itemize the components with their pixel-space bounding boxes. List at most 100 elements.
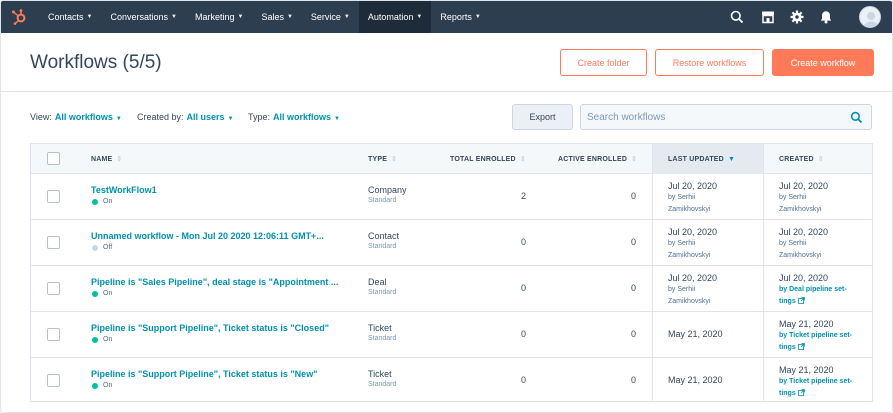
- search-icon[interactable]: [729, 9, 745, 25]
- table-row[interactable]: Pipeline is "Support Pipeline", Ticket s…: [31, 358, 872, 404]
- column-header-label: LAST UPDATED: [668, 155, 724, 163]
- create-folder-button[interactable]: Create folder: [560, 49, 647, 76]
- nav-item-automation[interactable]: Automation ▼: [358, 1, 432, 33]
- column-header-label: ACTIVE ENROLLED: [558, 155, 628, 163]
- table-row[interactable]: Pipeline is "Support Pipeline", Ticket s…: [31, 312, 872, 358]
- chevron-down-icon: ▼: [416, 14, 423, 20]
- updated-by: by Serhii: [668, 286, 696, 293]
- column-header-name[interactable]: NAME ⇕: [91, 144, 123, 174]
- settings-icon[interactable]: [789, 9, 805, 25]
- hubspot-logo-icon[interactable]: [10, 8, 28, 26]
- row-checkbox[interactable]: [47, 328, 60, 341]
- active-enrolled-value: 0: [630, 237, 636, 247]
- nav-item-label: Conversations: [110, 12, 169, 22]
- created-by-filter-value[interactable]: All users: [187, 112, 225, 122]
- created-by-link[interactable]: by Ticket pipeline set-: [779, 376, 852, 388]
- search-input[interactable]: [587, 109, 837, 125]
- column-header-created[interactable]: CREATED ⇕: [779, 144, 824, 174]
- marketplace-icon[interactable]: [760, 9, 776, 25]
- external-link-icon: [797, 389, 805, 396]
- user-avatar[interactable]: [859, 6, 881, 28]
- created-date: Jul 20, 2020: [779, 227, 829, 237]
- status-dot-icon: [92, 198, 98, 205]
- chevron-down-icon: ▼: [474, 14, 481, 20]
- created-by-link[interactable]: tings: [779, 296, 847, 308]
- total-enrolled-value: 2: [520, 191, 526, 201]
- created-by: Zamikhovskyi: [779, 252, 822, 259]
- status-dot-icon: [92, 290, 98, 297]
- view-filter-value[interactable]: All workflows: [55, 112, 113, 122]
- workflow-name-link[interactable]: Pipeline is "Support Pipeline", Ticket s…: [91, 369, 317, 379]
- updated-date: May 21, 2020: [668, 329, 723, 339]
- sort-icon: ⇕: [519, 156, 526, 163]
- updated-by: by Serhii: [668, 194, 696, 201]
- column-header-type[interactable]: TYPE ⇕: [368, 144, 397, 174]
- status-label: On: [103, 336, 113, 343]
- top-navigation: Contacts ▼ Conversations ▼ Marketing ▼ Sales ▼ S…: [1, 1, 892, 33]
- nav-item-reports[interactable]: Reports ▼: [431, 1, 489, 33]
- workflow-type: Contact: [368, 231, 400, 241]
- created-date: May 21, 2020: [779, 365, 834, 375]
- row-checkbox[interactable]: [47, 236, 60, 249]
- row-checkbox[interactable]: [47, 282, 60, 295]
- select-all-checkbox[interactable]: [47, 152, 60, 165]
- table-header: NAME ⇕ TYPE ⇕ TOTAL ENROLLED ⇕ ACTIVE ENROL…: [31, 144, 872, 174]
- app-window: Contacts ▼ Conversations ▼ Marketing ▼ Sales ▼ S…: [0, 0, 893, 413]
- table-row[interactable]: TestWorkFlow1 On Company Standard 2 0 Jul 20, …: [31, 174, 872, 220]
- search-icon[interactable]: [850, 111, 863, 124]
- avatar-placeholder-icon: [863, 12, 879, 27]
- export-button[interactable]: Export: [512, 104, 573, 130]
- created-by-link[interactable]: by Deal pipeline set-: [779, 284, 847, 296]
- sort-icon: ⇕: [631, 156, 638, 163]
- nav-item-marketing[interactable]: Marketing ▼: [186, 1, 252, 33]
- nav-item-sales[interactable]: Sales ▼: [252, 1, 301, 33]
- created-by: by Serhii: [779, 194, 807, 201]
- updated-date: Jul 20, 2020: [668, 227, 718, 237]
- workflow-name-link[interactable]: TestWorkFlow1: [91, 185, 157, 195]
- column-header-active-enrolled[interactable]: ACTIVE ENROLLED ⇕: [558, 144, 637, 174]
- external-link-icon: [797, 343, 805, 350]
- created-by-link-text: tings: [779, 344, 796, 351]
- nav-item-conversations[interactable]: Conversations ▼: [101, 1, 185, 33]
- notifications-icon[interactable]: [818, 9, 834, 25]
- type-filter[interactable]: Type: All workflows ▼: [248, 112, 340, 122]
- row-checkbox[interactable]: [47, 190, 60, 203]
- table-row[interactable]: Pipeline is "Sales Pipeline", deal stage…: [31, 266, 872, 312]
- row-checkbox[interactable]: [47, 374, 60, 387]
- chevron-down-icon: ▼: [115, 116, 122, 122]
- created-by-link-text: tings: [779, 390, 796, 397]
- column-header-last-updated[interactable]: LAST UPDATED ▼: [652, 144, 763, 174]
- status-label: Off: [103, 244, 113, 251]
- created-by-link[interactable]: by Ticket pipeline set-: [779, 330, 852, 342]
- chevron-down-icon: ▼: [86, 14, 93, 20]
- chevron-down-icon: ▼: [343, 14, 350, 20]
- create-workflow-button[interactable]: Create workflow: [772, 49, 874, 76]
- status-label: On: [103, 382, 113, 389]
- restore-workflows-button[interactable]: Restore workflows: [655, 49, 764, 76]
- created-by: by Serhii: [779, 240, 807, 247]
- updated-date: Jul 20, 2020: [668, 181, 718, 191]
- workflow-subtype: Standard: [368, 381, 397, 388]
- created-by-link[interactable]: tings: [779, 388, 852, 400]
- header-divider: [1, 91, 892, 92]
- workflow-name-link[interactable]: Pipeline is "Support Pipeline", Ticket s…: [91, 323, 329, 333]
- created-by-link-text: tings: [779, 298, 796, 305]
- sort-icon: ⇕: [817, 156, 824, 163]
- nav-item-contacts[interactable]: Contacts ▼: [39, 1, 101, 33]
- column-header-total-enrolled[interactable]: TOTAL ENROLLED ⇕: [450, 144, 526, 174]
- nav-item-service[interactable]: Service ▼: [302, 1, 359, 33]
- created-by-link[interactable]: tings: [779, 342, 852, 354]
- nav-item-label: Sales: [261, 12, 284, 22]
- type-filter-value[interactable]: All workflows: [273, 112, 331, 122]
- sort-icon: ⇕: [116, 156, 123, 163]
- workflow-status: Off: [91, 244, 324, 251]
- status-label: On: [103, 290, 113, 297]
- table-row[interactable]: Unnamed workflow - Mon Jul 20 2020 12:06…: [31, 220, 872, 266]
- created-by-filter[interactable]: Created by: All users ▼: [137, 112, 234, 122]
- updated-by: Zamikhovskyi: [668, 206, 711, 213]
- workflow-type: Deal: [368, 277, 387, 287]
- workflow-name-link[interactable]: Unnamed workflow - Mon Jul 20 2020 12:06…: [91, 231, 324, 241]
- view-filter[interactable]: View: All workflows ▼: [30, 112, 122, 122]
- created-by-link-text: by Ticket pipeline set-: [779, 378, 853, 385]
- workflow-name-link[interactable]: Pipeline is "Sales Pipeline", deal stage…: [91, 277, 338, 287]
